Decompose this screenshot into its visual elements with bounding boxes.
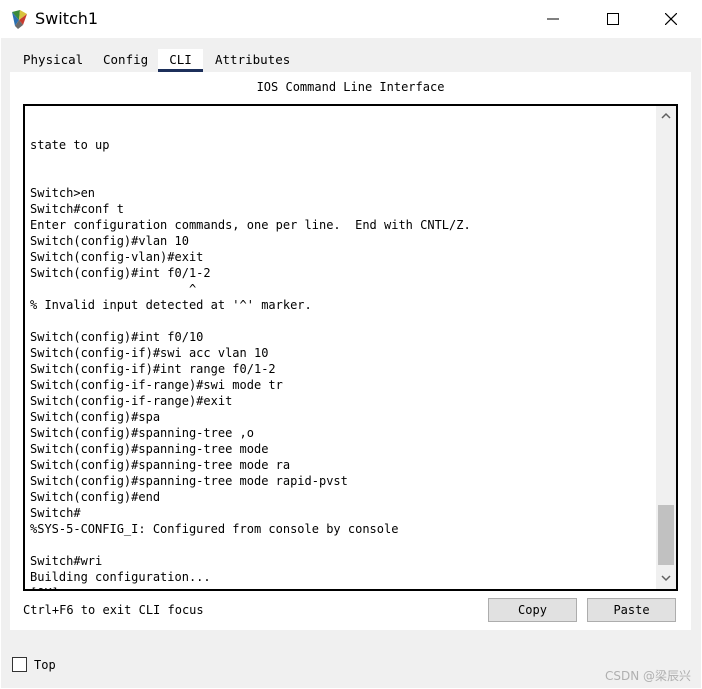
console-scrollbar[interactable] bbox=[656, 106, 676, 589]
minimize-icon bbox=[547, 18, 559, 20]
minimize-button[interactable] bbox=[524, 0, 582, 38]
console-line: Switch(config-if)#swi acc vlan 10 bbox=[30, 346, 269, 360]
console-line: Switch#conf t bbox=[30, 202, 124, 216]
tab-config[interactable]: Config bbox=[103, 49, 148, 71]
console-line: Enter configuration commands, one per li… bbox=[30, 218, 471, 232]
console-line: Switch(config-vlan)#exit bbox=[30, 250, 204, 264]
scroll-up-button[interactable] bbox=[656, 106, 676, 126]
cli-panel: IOS Command Line Interface state to up Sw… bbox=[10, 72, 691, 630]
scroll-thumb[interactable] bbox=[658, 505, 674, 565]
console-line: Switch(config)#int f0/10 bbox=[30, 330, 204, 344]
cli-console[interactable]: state to up Switch>en Switch#conf t Enter c… bbox=[23, 104, 678, 591]
console-line: Switch(config)#vlan 10 bbox=[30, 234, 189, 248]
console-line: Switch(config)#spanning-tree mode bbox=[30, 442, 269, 456]
chevron-down-icon bbox=[661, 575, 671, 582]
device-window-body: Physical Config CLI Attributes IOS Comma… bbox=[1, 38, 701, 688]
close-button[interactable] bbox=[642, 0, 700, 38]
window-title: Switch1 bbox=[35, 9, 99, 28]
chevron-up-icon bbox=[661, 112, 671, 119]
console-line: [OK] bbox=[30, 585, 471, 589]
panel-header: IOS Command Line Interface bbox=[256, 80, 445, 94]
console-output[interactable]: state to up Switch>en Switch#conf t Enter c… bbox=[30, 106, 471, 589]
top-checkbox-label: Top bbox=[34, 658, 56, 672]
console-line: Switch(config-if-range)#exit bbox=[30, 394, 233, 408]
title-bar[interactable]: Switch1 bbox=[0, 0, 702, 38]
paste-button[interactable]: Paste bbox=[587, 598, 676, 622]
watermark: CSDN @梁辰兴 bbox=[604, 669, 691, 683]
scroll-down-button[interactable] bbox=[656, 569, 676, 589]
console-line: Switch(config)#spa bbox=[30, 410, 161, 424]
console-line: %SYS-5-CONFIG_I: Configured from console… bbox=[30, 522, 399, 536]
console-line: Switch>en bbox=[30, 186, 96, 200]
packet-tracer-switch-icon bbox=[9, 8, 31, 30]
console-line: Switch(config)#spanning-tree ,o bbox=[30, 426, 254, 440]
console-line: Switch(config)#int f0/1-2 bbox=[30, 266, 211, 280]
console-line: Switch(config)#spanning-tree mode rapid-… bbox=[30, 474, 348, 488]
console-line: Switch(config-if-range)#swi mode tr bbox=[30, 378, 283, 392]
top-checkbox[interactable] bbox=[12, 657, 27, 672]
console-line: Switch(config-if)#int range f0/1-2 bbox=[30, 362, 276, 376]
tab-physical[interactable]: Physical bbox=[23, 49, 83, 71]
console-line: Switch(config)#spanning-tree mode ra bbox=[30, 458, 291, 472]
console-line: Building configuration... bbox=[30, 570, 211, 584]
tab-attributes[interactable]: Attributes bbox=[215, 49, 290, 71]
console-line: state to up bbox=[30, 138, 110, 152]
tab-cli[interactable]: CLI bbox=[158, 49, 203, 72]
console-line: % Invalid input detected at '^' marker. bbox=[30, 298, 312, 312]
copy-button[interactable]: Copy bbox=[488, 598, 577, 622]
close-icon bbox=[665, 13, 677, 25]
console-line: Switch#wri bbox=[30, 554, 103, 568]
console-line: Switch(config)#end bbox=[30, 490, 161, 504]
console-line: Switch# bbox=[30, 506, 81, 520]
maximize-icon bbox=[607, 13, 619, 25]
cli-focus-hint: Ctrl+F6 to exit CLI focus bbox=[23, 603, 204, 617]
console-line: ^ bbox=[30, 282, 197, 296]
maximize-button[interactable] bbox=[584, 0, 642, 38]
